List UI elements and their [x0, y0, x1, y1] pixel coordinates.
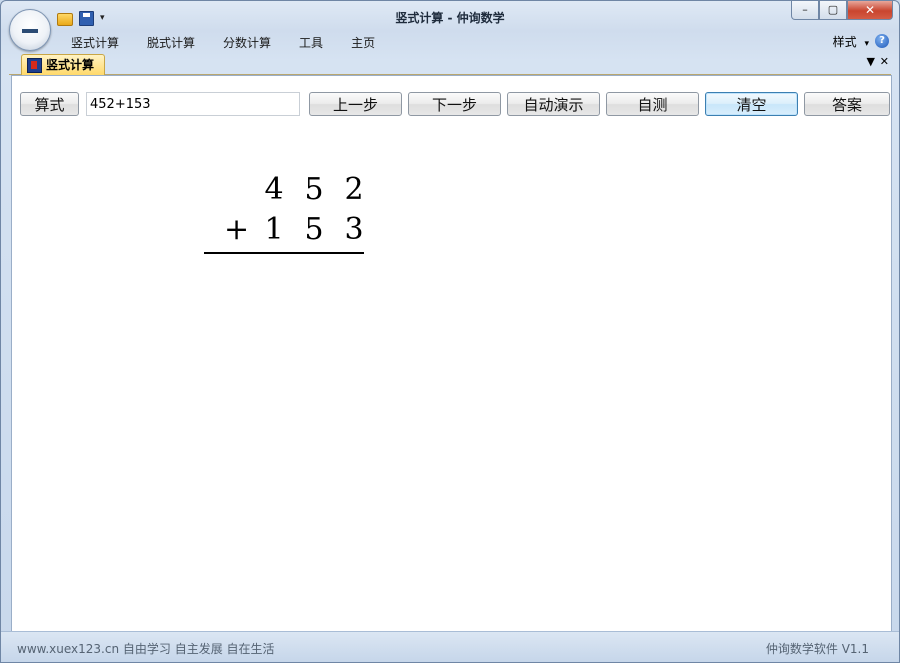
- status-bar: www.xuex123.cn 自由学习 自主发展 自在生活 仲询数学软件 V1.…: [1, 631, 899, 662]
- close-icon: ✕: [864, 3, 876, 17]
- help-icon[interactable]: ?: [875, 34, 889, 48]
- menu-home[interactable]: 主页: [337, 34, 389, 52]
- result-underline: [204, 252, 364, 254]
- self-test-button[interactable]: 自测: [606, 92, 699, 116]
- menu-tools[interactable]: 工具: [285, 34, 337, 52]
- main-panel: 算式 上一步 下一步 自动演示 自测 清空 答案 4 5 2 + 1 5 3: [11, 75, 892, 632]
- status-version: 仲询数学软件 V1.1: [765, 642, 869, 656]
- clear-button[interactable]: 清空: [705, 92, 798, 116]
- tab-close-icon[interactable]: ✕: [880, 55, 889, 68]
- prev-step-button[interactable]: 上一步: [309, 92, 402, 116]
- tab-label: 竖式计算: [46, 58, 95, 72]
- window-title: 竖式计算 - 仲询数学: [395, 11, 505, 25]
- operator-plus: +: [224, 212, 250, 247]
- digit-hundreds: 4: [264, 172, 284, 207]
- answer-button[interactable]: 答案: [804, 92, 890, 116]
- chevron-down-icon: ▾: [864, 39, 869, 49]
- digit-tens: 5: [304, 172, 324, 207]
- window-controls: – ▢ ✕: [791, 1, 893, 20]
- second-operand-row: + 1 5 3: [204, 212, 374, 252]
- minimize-button[interactable]: –: [791, 1, 819, 20]
- auto-demo-button[interactable]: 自动演示: [507, 92, 600, 116]
- app-logo-icon: [27, 58, 42, 73]
- digit-ones: 3: [344, 212, 364, 247]
- style-menu[interactable]: 样式 ▾: [833, 33, 869, 53]
- minimize-icon: –: [802, 3, 808, 16]
- formula-button[interactable]: 算式: [20, 92, 79, 116]
- document-tab-strip: 竖式计算 ▼ ✕: [9, 52, 891, 75]
- first-operand-row: 4 5 2: [204, 172, 374, 212]
- status-slogan: www.xuex123.cn 自由学习 自主发展 自在生活: [17, 642, 275, 656]
- digit-tens: 5: [304, 212, 324, 247]
- menu-fraction-calc[interactable]: 分数计算: [209, 34, 285, 52]
- menu-bar: 竖式计算 脱式计算 分数计算 工具 主页: [57, 34, 389, 52]
- maximize-icon: ▢: [827, 3, 839, 16]
- app-window: ▾ 竖式计算 - 仲询数学 – ▢ ✕ 竖式计算 脱式计算 分数计算 工具 主页…: [0, 0, 900, 663]
- calc-toolbar: 算式 上一步 下一步 自动演示 自测 清空 答案: [20, 92, 891, 118]
- menu-vertical-calc[interactable]: 竖式计算: [57, 34, 133, 52]
- tab-vertical-calc[interactable]: 竖式计算: [21, 54, 106, 75]
- digit-hundreds: 1: [264, 212, 284, 247]
- next-step-button[interactable]: 下一步: [408, 92, 501, 116]
- close-button[interactable]: ✕: [847, 1, 893, 20]
- formula-input[interactable]: [86, 92, 300, 116]
- tab-list-dropdown-icon[interactable]: ▼: [867, 55, 875, 68]
- digit-ones: 2: [344, 172, 364, 207]
- style-menu-label: 样式: [832, 35, 857, 49]
- maximize-button[interactable]: ▢: [819, 1, 847, 20]
- menu-step-calc[interactable]: 脱式计算: [133, 34, 209, 52]
